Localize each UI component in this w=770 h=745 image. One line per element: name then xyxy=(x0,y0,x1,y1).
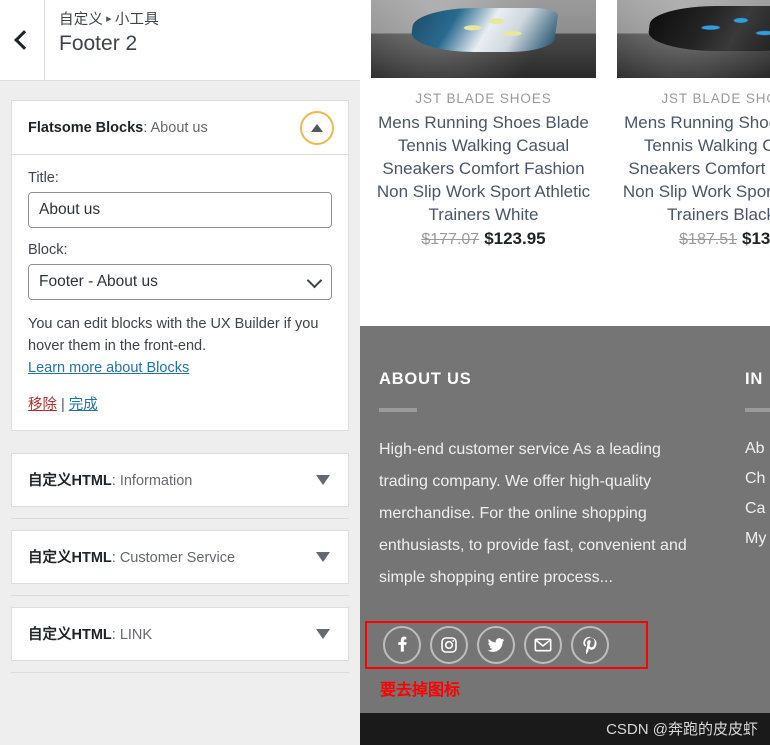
footer-link[interactable]: My xyxy=(745,524,770,554)
footer-link[interactable]: Ch xyxy=(745,464,770,494)
product-image[interactable] xyxy=(371,0,596,78)
footer-column-information: IN Ab Ch Ca My xyxy=(745,370,770,554)
product-grid: JST BLADE SHOES Mens Running Shoes Blade… xyxy=(360,0,770,326)
product-category[interactable]: JST BLADE SHOES xyxy=(371,91,596,106)
block-field-label: Block: xyxy=(28,242,68,258)
social-icon-row xyxy=(383,626,609,664)
widget-type-label: 自定义HTML xyxy=(28,473,112,489)
widget-instance-label: LINK xyxy=(119,627,153,643)
back-button[interactable] xyxy=(0,0,45,80)
page-title: Footer 2 xyxy=(59,32,138,55)
product-category[interactable]: JST BLADE SHOES xyxy=(617,91,770,106)
title-field-label: Title: xyxy=(28,170,59,186)
breadcrumb-current[interactable]: 小工具 xyxy=(115,12,159,28)
widget-list: Flatsome Blocks: About us Title: Block: … xyxy=(0,81,360,745)
widget-type-label: 自定义HTML xyxy=(28,550,112,566)
widget-divider xyxy=(11,671,349,673)
triangle-up-icon xyxy=(311,123,323,132)
footer-column-title: IN xyxy=(745,370,764,388)
instagram-icon[interactable] xyxy=(430,626,468,664)
product-card[interactable]: JST BLADE SHOES Mens Running Shoes Blade… xyxy=(371,0,596,249)
breadcrumb: 自定义 ▸ 小工具 xyxy=(59,8,360,29)
footer-column-title: ABOUT US xyxy=(379,370,472,388)
customizer-panel: 自定义 ▸ 小工具 Footer 2 Flatsome Blocks: About … xyxy=(0,0,360,745)
chevron-left-icon xyxy=(14,30,34,50)
footer-link[interactable]: Ab xyxy=(745,434,770,464)
price-original: $177.07 xyxy=(421,231,480,248)
learn-more-link[interactable]: Learn more about Blocks xyxy=(28,360,189,376)
widget-separator: : xyxy=(111,627,120,643)
annotation-note: 要去掉图标 xyxy=(380,682,461,699)
customizer-header: 自定义 ▸ 小工具 Footer 2 xyxy=(0,0,360,81)
widget-body: Title: Block: Footer - About us You can … xyxy=(12,155,348,430)
widget-separator: : xyxy=(111,473,120,489)
site-footer: ABOUT US High-end customer service As a … xyxy=(360,326,770,745)
customizer-title-group: 自定义 ▸ 小工具 Footer 2 xyxy=(45,0,360,56)
footer-about-text: High-end customer service As a leading t… xyxy=(379,441,687,586)
facebook-icon[interactable] xyxy=(383,626,421,664)
email-icon[interactable] xyxy=(524,626,562,664)
widget-flatsome-blocks: Flatsome Blocks: About us Title: Block: … xyxy=(11,100,349,431)
widget-custom-html-information[interactable]: 自定义HTML: Information xyxy=(11,452,349,507)
widget-divider xyxy=(11,594,349,596)
widget-type-label: Flatsome Blocks xyxy=(28,119,144,136)
footer-column-about: ABOUT US High-end customer service As a … xyxy=(379,370,699,594)
product-price: $187.51 $131 xyxy=(617,229,770,249)
price-original: $187.51 xyxy=(679,231,737,248)
actions-separator: | xyxy=(61,396,65,413)
product-price: $177.07 $123.95 xyxy=(371,229,596,249)
footer-link[interactable]: Ca xyxy=(745,494,770,524)
done-link[interactable]: 完成 xyxy=(69,397,98,413)
widget-instance-label: Information xyxy=(119,473,193,489)
footer-title-rule xyxy=(379,408,417,412)
breadcrumb-separator-icon: ▸ xyxy=(106,13,112,25)
watermark-text: CSDN @奔跑的皮皮虾 xyxy=(606,721,758,738)
product-title[interactable]: Mens Running Shoes Blade Tennis Walking … xyxy=(617,111,770,226)
widget-instance-label: About us xyxy=(150,119,208,136)
widget-instance-label: Customer Service xyxy=(119,550,236,566)
triangle-down-icon[interactable] xyxy=(316,551,330,562)
block-select[interactable]: Footer - About us xyxy=(28,264,332,300)
triangle-down-icon[interactable] xyxy=(316,474,330,485)
triangle-down-icon[interactable] xyxy=(316,628,330,639)
title-input[interactable] xyxy=(28,192,332,228)
price-sale: $131 xyxy=(742,229,770,248)
twitter-icon[interactable] xyxy=(477,626,515,664)
widget-title: Flatsome Blocks: About us xyxy=(28,120,208,136)
widget-title: 自定义HTML: LINK xyxy=(28,623,152,644)
footer-title-rule xyxy=(745,408,770,412)
screen-root: 自定义 ▸ 小工具 Footer 2 Flatsome Blocks: About … xyxy=(0,0,770,745)
remove-widget-link[interactable]: 移除 xyxy=(28,397,57,413)
widget-type-label: 自定义HTML xyxy=(28,627,112,643)
product-card[interactable]: JST BLADE SHOES Mens Running Shoes Blade… xyxy=(617,0,770,249)
product-image[interactable] xyxy=(617,0,770,78)
breadcrumb-parent[interactable]: 自定义 xyxy=(59,12,103,28)
widget-separator: : xyxy=(143,119,151,136)
widget-divider xyxy=(11,517,349,519)
widget-custom-html-link[interactable]: 自定义HTML: LINK xyxy=(11,606,349,661)
widget-collapse-button[interactable] xyxy=(300,110,334,145)
widget-title: 自定义HTML: Customer Service xyxy=(28,546,235,567)
site-preview: JST BLADE SHOES Mens Running Shoes Blade… xyxy=(360,0,770,745)
watermark-bar: CSDN @奔跑的皮皮虾 xyxy=(360,713,770,745)
widget-actions: 移除 | 完成 xyxy=(28,393,332,414)
widget-header[interactable]: Flatsome Blocks: About us xyxy=(12,101,348,155)
widget-custom-html-customer-service[interactable]: 自定义HTML: Customer Service xyxy=(11,529,349,584)
block-select-wrap: Footer - About us xyxy=(28,264,332,300)
product-title[interactable]: Mens Running Shoes Blade Tennis Walking … xyxy=(371,111,596,226)
widget-help-text: You can edit blocks with the UX Builder … xyxy=(28,316,319,354)
widget-title: 自定义HTML: Information xyxy=(28,469,192,490)
price-sale: $123.95 xyxy=(484,229,546,248)
pinterest-icon[interactable] xyxy=(571,626,609,664)
widget-separator: : xyxy=(111,550,120,566)
